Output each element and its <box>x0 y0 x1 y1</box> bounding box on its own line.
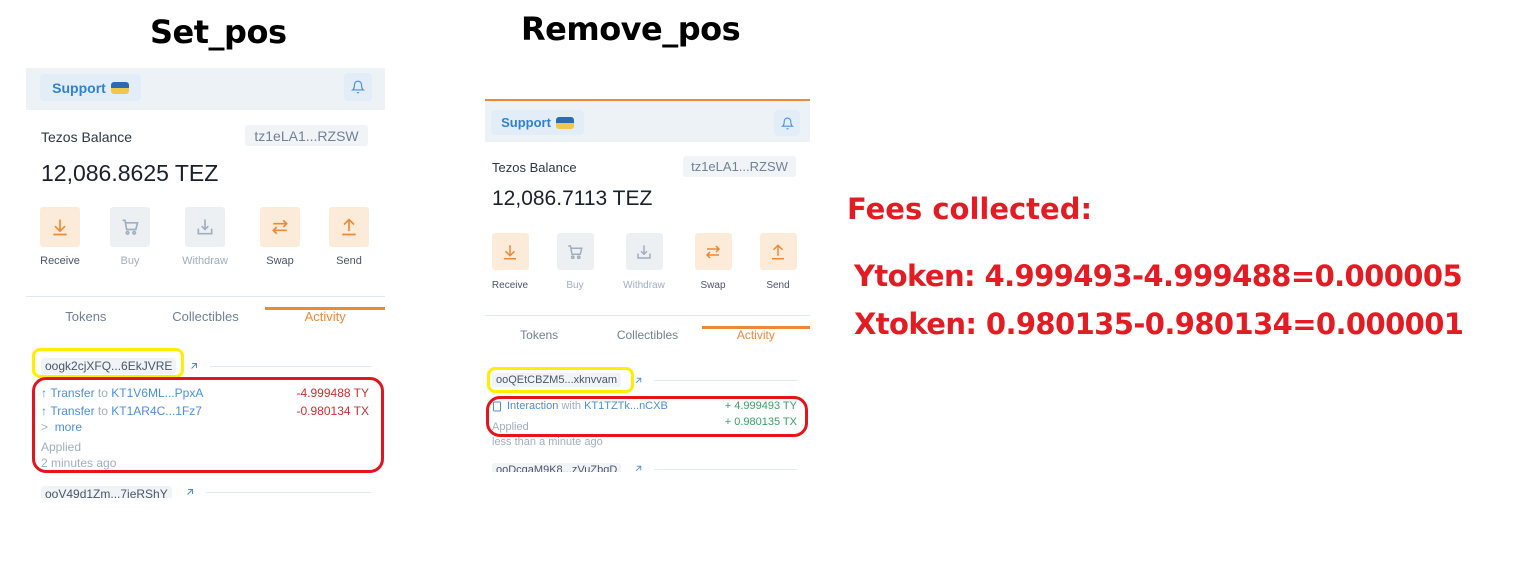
next-operation-hash-row: ooV49d1Zm...7ieRShY <box>41 484 371 498</box>
withdraw-icon <box>637 244 651 259</box>
swap-label: Swap <box>700 280 726 291</box>
external-link-icon[interactable] <box>633 463 644 472</box>
buy-label: Buy <box>566 280 584 291</box>
swap-button[interactable]: Swap <box>260 207 300 267</box>
ytoken-fee: Ytoken: 4.999493-4.999488=0.000005 <box>854 259 1463 293</box>
receive-label: Receive <box>40 255 80 267</box>
swap-label: Swap <box>266 255 294 267</box>
support-button[interactable]: Support <box>40 74 141 101</box>
divider <box>654 379 797 381</box>
balance-label: Tezos Balance <box>492 160 577 175</box>
swap-icon <box>272 219 288 235</box>
hash-highlight <box>32 348 184 378</box>
divider <box>654 469 797 470</box>
top-bar: Support <box>26 68 385 110</box>
receive-button[interactable]: Receive <box>40 207 80 267</box>
withdraw-button[interactable]: Withdraw <box>180 207 230 267</box>
buy-button[interactable]: Buy <box>556 233 594 291</box>
fees-title: Fees collected: <box>847 192 1093 226</box>
send-label: Send <box>766 280 790 291</box>
send-button[interactable]: Send <box>759 233 797 291</box>
balance-label: Tezos Balance <box>41 129 133 145</box>
tab-activity[interactable]: Activity <box>701 326 811 347</box>
operation-hash[interactable]: ooDcgaM9K8...zVuZbqD <box>492 463 622 472</box>
tab-bar: Tokens Collectibles Activity <box>485 315 811 347</box>
bell-icon <box>351 80 365 94</box>
support-button[interactable]: Support <box>491 110 584 135</box>
tab-bar: Tokens Collectibles Activity <box>26 296 385 330</box>
top-bar: Support <box>485 99 810 142</box>
withdraw-button[interactable]: Withdraw <box>620 233 668 291</box>
receive-icon <box>504 244 516 259</box>
bell-icon <box>780 117 794 129</box>
divider <box>205 492 371 493</box>
external-link-icon[interactable] <box>188 360 200 372</box>
tab-collectibles[interactable]: Collectibles <box>146 309 266 330</box>
divider <box>210 365 371 367</box>
external-link-icon[interactable] <box>184 486 196 498</box>
receive-button[interactable]: Receive <box>491 233 529 291</box>
balance-value: 12,086.7113 TEZ <box>492 187 653 210</box>
timestamp: less than a minute ago <box>492 436 603 448</box>
interaction-highlight <box>486 396 808 437</box>
operation-hash[interactable]: ooV49d1Zm...7ieRShY <box>41 486 172 498</box>
tab-tokens[interactable]: Tokens <box>26 309 146 330</box>
withdraw-label: Withdraw <box>623 280 665 291</box>
ukraine-flag-icon <box>555 116 574 129</box>
tab-activity[interactable]: Activity <box>265 307 385 330</box>
address-chip[interactable]: tz1eLA1...RZSW <box>245 125 368 146</box>
send-icon <box>772 243 784 259</box>
transfers-highlight <box>32 377 384 473</box>
send-label: Send <box>336 255 362 267</box>
ukraine-flag-icon <box>110 81 129 94</box>
remove-pos-heading: Remove_pos <box>521 10 741 48</box>
address-chip[interactable]: tz1eLA1...RZSW <box>683 156 796 177</box>
buy-icon <box>568 244 583 259</box>
tab-collectibles[interactable]: Collectibles <box>593 328 701 347</box>
buy-icon <box>122 219 139 235</box>
buy-label: Buy <box>120 255 140 267</box>
next-operation-hash-row: ooDcgaM9K8...zVuZbqD <box>492 461 797 472</box>
send-icon <box>342 218 356 236</box>
buy-button[interactable]: Buy <box>110 207 150 267</box>
receive-label: Receive <box>491 280 529 291</box>
set-pos-heading: Set_pos <box>150 13 287 51</box>
tab-tokens[interactable]: Tokens <box>485 328 593 347</box>
external-link-icon[interactable] <box>633 375 644 386</box>
swap-icon <box>705 244 721 259</box>
notifications-button[interactable] <box>774 110 800 136</box>
receive-icon <box>53 219 67 236</box>
hash-highlight <box>487 367 634 393</box>
send-button[interactable]: Send <box>329 207 369 267</box>
withdraw-label: Withdraw <box>182 255 228 267</box>
support-label: Support <box>501 115 551 130</box>
swap-button[interactable]: Swap <box>694 233 732 291</box>
xtoken-fee: Xtoken: 0.980135-0.980134=0.000001 <box>854 307 1464 341</box>
notifications-button[interactable] <box>344 73 372 101</box>
support-label: Support <box>52 79 106 96</box>
withdraw-icon <box>197 219 213 235</box>
balance-value: 12,086.8625 TEZ <box>41 160 219 186</box>
